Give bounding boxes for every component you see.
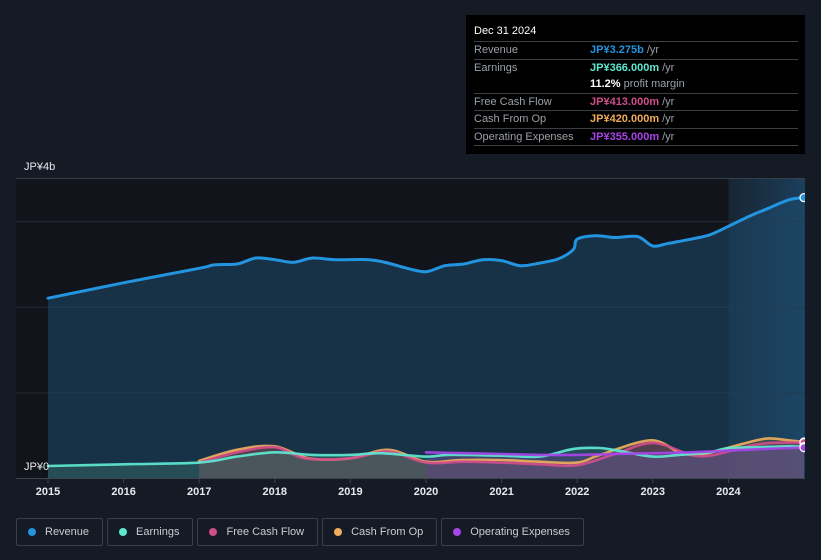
tooltip-value: JP¥413.000m [590,95,660,108]
tooltip-row-revenue: Revenue JP¥3.275b /yr [474,42,798,60]
legend-item-free-cash-flow[interactable]: Free Cash Flow [197,518,319,546]
legend-dot-icon [119,528,128,536]
x-tick-label: 2021 [489,486,513,498]
right-margin [805,170,821,490]
tooltip-value: JP¥366.000m [590,61,660,74]
legend-label: Operating Expenses [470,526,570,538]
tooltip-unit: profit margin [623,78,685,91]
legend-label: Free Cash Flow [226,526,305,538]
y-axis-top-label: JP¥4b [24,161,55,173]
tooltip-label: Operating Expenses [474,130,574,143]
x-tick-label: 2019 [338,486,362,498]
x-tick-label: 2020 [414,486,438,498]
tooltip-unit: /yr [662,95,675,108]
tooltip-row-operating-expenses: Operating Expenses JP¥355.000m /yr [474,129,798,146]
tooltip-value: JP¥355.000m [590,130,660,143]
legend-dot-icon [28,528,36,536]
tooltip-label: Free Cash Flow [474,95,552,108]
legend-item-earnings[interactable]: Earnings [107,518,194,546]
tooltip-unit: /yr [662,130,675,143]
tooltip-row-earnings: Earnings JP¥366.000m /yr [474,60,798,77]
legend: Revenue Earnings Free Cash Flow Cash Fro… [16,518,584,546]
tooltip-row-profit-margin: 11.2% profit margin [474,76,798,94]
x-tick-label: 2022 [565,486,589,498]
x-tick-label: 2018 [263,486,287,498]
tooltip-value: 11.2% [590,78,621,91]
x-tick-label: 2016 [111,486,135,498]
tooltip-label: Earnings [474,61,518,74]
tooltip-unit: /yr [662,113,675,126]
tooltip-value: JP¥420.000m [590,113,660,126]
x-tick-label: 2024 [716,486,741,498]
tooltip-date: Dec 31 2024 [474,23,798,42]
y-axis-bottom-label: JP¥0 [24,461,49,473]
legend-dot-icon [209,528,218,536]
tooltip-label: Cash From Op [474,113,547,126]
legend-label: Earnings [136,526,180,538]
x-ticks: 2015 2016 2017 2018 2019 2020 2021 2022 2023 2024 [36,478,742,498]
x-tick-label: 2023 [641,486,665,498]
x-tick-label: 2017 [187,486,211,498]
legend-label: Cash From Op [351,526,424,538]
tooltip-unit: /yr [646,44,660,57]
tooltip-label: Revenue [474,44,519,57]
legend-dot-icon [334,528,343,536]
tooltip-row-cash-from-op: Cash From Op JP¥420.000m /yr [474,111,798,129]
legend-label: Revenue [45,526,90,538]
x-tick-label: 2015 [36,486,60,498]
legend-item-revenue[interactable]: Revenue [16,518,104,546]
legend-item-cash-from-op[interactable]: Cash From Op [322,518,438,546]
tooltip-value: JP¥3.275b [590,44,644,57]
tooltip-row-free-cash-flow: Free Cash Flow JP¥413.000m /yr [474,94,798,111]
legend-dot-icon [453,528,462,536]
tooltip-unit: /yr [662,61,675,74]
legend-item-operating-expenses[interactable]: Operating Expenses [441,518,584,546]
tooltip: Dec 31 2024 Revenue JP¥3.275b /yr Earnin… [466,15,805,154]
